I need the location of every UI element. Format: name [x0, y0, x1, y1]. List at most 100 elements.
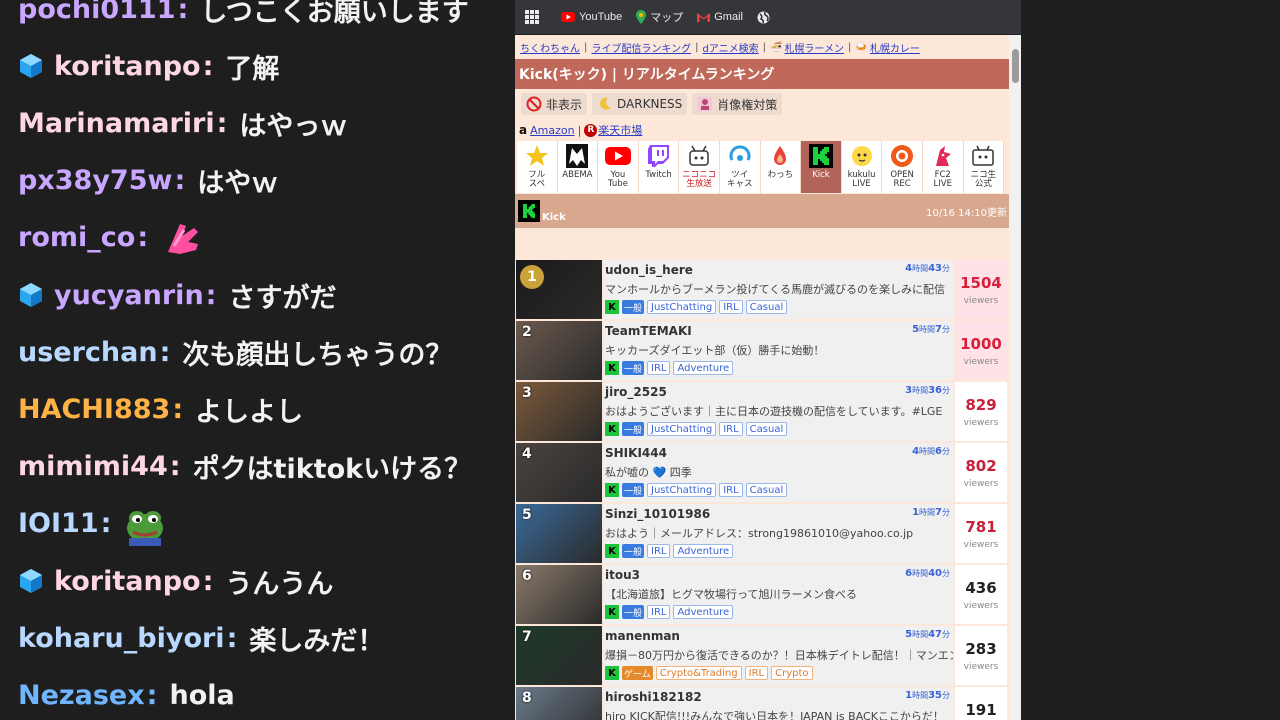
stream-tag[interactable]: IRL — [719, 422, 743, 436]
chat-username[interactable]: koritanpo — [54, 51, 201, 82]
link-sapporo-curry[interactable]: 札幌カレー — [870, 40, 920, 55]
chat-username[interactable]: koritanpo — [54, 566, 201, 597]
platform-tab-openrec[interactable]: OPEN REC — [882, 141, 923, 193]
platform-tab-fc2[interactable]: FC2 LIVE — [922, 141, 964, 193]
link-amazon[interactable]: Amazon — [530, 124, 574, 137]
stream-tag[interactable]: JustChatting — [647, 483, 717, 497]
chat-username[interactable]: yucyanrin — [54, 280, 204, 311]
stream-thumbnail[interactable]: 1 — [516, 260, 602, 319]
stream-thumbnail[interactable]: 4 — [516, 443, 602, 502]
platform-tab-star[interactable]: フル スペ — [517, 141, 558, 193]
streamer-name[interactable]: Sinzi_10101986 — [605, 507, 710, 521]
chat-username[interactable]: pochi0111 — [18, 0, 176, 25]
streamer-name[interactable]: jiro_2525 — [605, 385, 667, 399]
stream-row[interactable]: 4 SHIKI444 4時間6分 私が嘘の 💙 四季 K 一般 JustChatt… — [515, 442, 1009, 503]
stream-info: udon_is_here 4時間43分 マンホールからブーメラン投げてくる馬鹿が… — [604, 260, 953, 319]
streamer-name[interactable]: TeamTEMAKI — [605, 324, 692, 338]
platform-tab-kick[interactable]: Kick — [801, 141, 842, 193]
platform-label-2: キャス — [727, 179, 753, 189]
chat-text: 次も顔出しちゃうの？ — [182, 339, 453, 371]
top-links: ちくわちゃん | ライブ配信ランキング | dアニメ検索 | 🍜 札幌ラーメン | 🍛 札幌… — [520, 40, 920, 55]
stream-info: jiro_2525 3時間36分 おはようございます｜主に日本の遊技機の配信をし… — [604, 382, 953, 441]
chat-username[interactable]: IOI11 — [18, 508, 99, 539]
stream-tag[interactable]: JustChatting — [647, 422, 717, 436]
stream-row[interactable]: 2 TeamTEMAKI 5時間7分 キッカーズダイエット部（仮）勝手に始動！ … — [515, 320, 1009, 381]
stream-title: 【北海道旅】ヒグマ牧場行って旭川ラーメン食べる — [605, 588, 858, 601]
link-chikuwa[interactable]: ちくわちゃん — [520, 40, 580, 55]
chat-message: koritanpo: うんうん — [18, 559, 333, 603]
platform-tab-tv[interactable]: ニコ生 公式 — [963, 141, 1005, 193]
hide-button[interactable]: 非表示 — [521, 93, 588, 115]
chat-username[interactable]: romi_co — [18, 222, 135, 253]
link-sapporo-ramen[interactable]: 札幌ラーメン — [784, 40, 844, 55]
link-live-ranking[interactable]: ライブ配信ランキング — [591, 40, 691, 55]
globe-icon[interactable] — [757, 11, 774, 24]
stream-thumbnail[interactable]: 6 — [516, 565, 602, 624]
portrait-rights-button[interactable]: 肖像権対策 — [692, 93, 783, 115]
stream-row[interactable]: 7 manenman 5時間47分 爆損－80万円から復活できるのか？！日本株デ… — [515, 625, 1009, 686]
stream-thumbnail[interactable]: 3 — [516, 382, 602, 441]
chat-text: はやっｗ — [239, 110, 348, 142]
stream-tag[interactable]: Adventure — [673, 544, 734, 558]
platform-tab-twitch[interactable]: Twitch — [638, 141, 680, 193]
stream-thumbnail[interactable]: 5 — [516, 504, 602, 563]
chat-username[interactable]: Nezasex — [18, 680, 145, 711]
stream-thumbnail[interactable]: 8 — [516, 687, 602, 720]
stream-row[interactable]: 5 Sinzi_10101986 1時間7分 おはよう｜メールアドレス：stro… — [515, 503, 1009, 564]
stream-tag[interactable]: Adventure — [673, 361, 734, 375]
bookmark-gmail[interactable]: Gmail — [697, 11, 743, 23]
stream-row[interactable]: 1 udon_is_here 4時間43分 マンホールからブーメラン投げてくる馬… — [515, 259, 1009, 320]
stream-duration: 4時間43分 — [905, 263, 950, 274]
streamer-name[interactable]: udon_is_here — [605, 263, 693, 277]
streamer-name[interactable]: SHIKI444 — [605, 446, 667, 460]
platform-tab-whowatch[interactable]: わっち — [760, 141, 802, 193]
streamer-name[interactable]: itou3 — [605, 568, 640, 582]
chat-username[interactable]: px38y75w — [18, 165, 172, 196]
page-scrollbar[interactable] — [1009, 35, 1021, 720]
bookmark-maps[interactable]: マップ — [636, 9, 683, 25]
chat-username[interactable]: mimimi44 — [18, 451, 168, 482]
stream-tag[interactable]: Casual — [745, 483, 788, 497]
stream-row[interactable]: 3 jiro_2525 3時間36分 おはようございます｜主に日本の遊技機の配信… — [515, 381, 1009, 442]
stream-tag[interactable]: Casual — [745, 300, 788, 314]
viewer-count: 829 viewers — [955, 382, 1007, 441]
stream-tags: K ゲーム Crypto&Trading IRL Crypto — [605, 666, 813, 680]
stream-tag[interactable]: IRL — [647, 544, 671, 558]
platform-tab-twitcasting[interactable]: ツイ キャス — [719, 141, 761, 193]
platform-tab-kukulu[interactable]: kukulu LIVE — [841, 141, 883, 193]
abema-icon — [564, 143, 590, 169]
platform-tab-niconico[interactable]: ニコニコ 生放送 — [679, 141, 720, 193]
link-rakuten[interactable]: 楽天市場 — [598, 122, 642, 138]
chat-username[interactable]: userchan — [18, 337, 158, 368]
platform-label-2: LIVE — [852, 179, 871, 189]
stream-row[interactable]: 8 hiroshi182182 1時間35分 hiro KICK配信!!!みんな… — [515, 686, 1009, 720]
stream-tag[interactable]: IRL — [647, 361, 671, 375]
link-danime[interactable]: dアニメ検索 — [702, 40, 758, 55]
platform-tab-youtube[interactable]: You Tube — [598, 141, 639, 193]
stream-tag[interactable]: Crypto — [771, 666, 813, 680]
platform-tab-abema[interactable]: ABEMA — [557, 141, 599, 193]
stream-thumbnail[interactable]: 7 — [516, 626, 602, 685]
chat-username[interactable]: HACHI883 — [18, 394, 170, 425]
stream-tag[interactable]: IRL — [647, 605, 671, 619]
apps-icon[interactable] — [525, 10, 543, 24]
stream-tag[interactable]: IRL — [719, 483, 743, 497]
chat-username[interactable]: Marinamariri — [18, 108, 215, 139]
chat-username[interactable]: koharu_biyori — [18, 623, 225, 654]
stream-tag[interactable]: Adventure — [673, 605, 734, 619]
stream-duration: 1時間35分 — [905, 690, 950, 701]
stream-tag[interactable]: IRL — [744, 666, 769, 680]
stream-tag[interactable]: IRL — [719, 300, 743, 314]
darkness-button[interactable]: DARKNESS — [592, 93, 688, 115]
stream-tag[interactable]: Crypto&Trading — [655, 666, 742, 680]
streamer-name[interactable]: manenman — [605, 629, 680, 643]
chat-colon: : — [172, 393, 184, 425]
stream-tag[interactable]: Casual — [745, 422, 788, 436]
bookmark-youtube[interactable]: YouTube — [561, 11, 622, 23]
streamer-name[interactable]: hiroshi182182 — [605, 690, 702, 704]
scrollbar-thumb[interactable] — [1012, 49, 1019, 83]
stream-thumbnail[interactable]: 2 — [516, 321, 602, 380]
stream-tag[interactable]: JustChatting — [647, 300, 717, 314]
browser-window: YouTube マップ Gmail ちくわちゃん | ライブ配信ランキング | dア… — [515, 0, 1021, 720]
stream-row[interactable]: 6 itou3 6時間40分 【北海道旅】ヒグマ牧場行って旭川ラーメン食べる K… — [515, 564, 1009, 625]
